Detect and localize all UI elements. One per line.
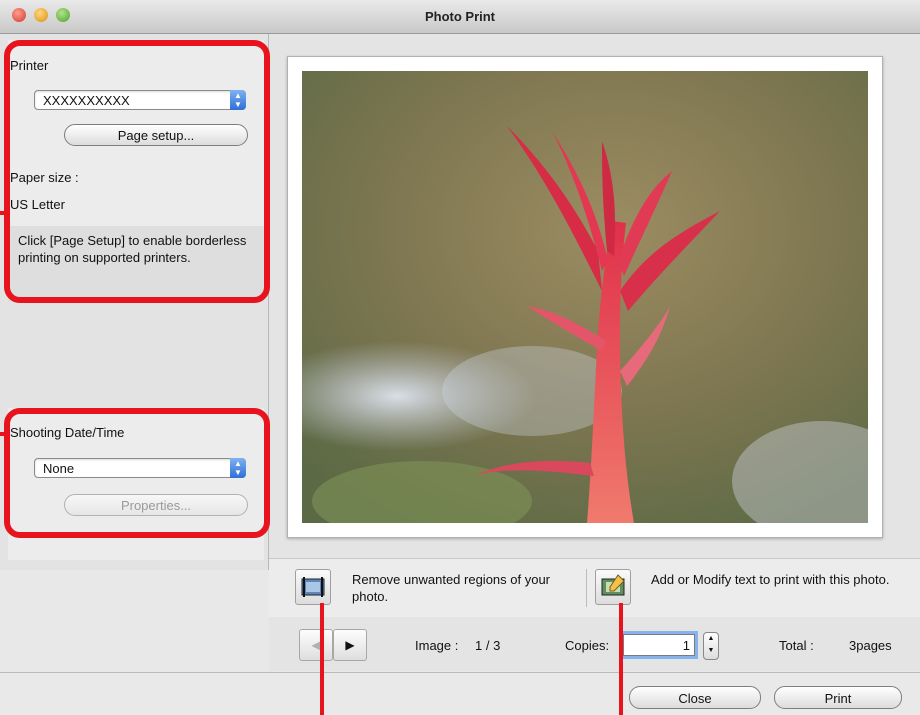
select-arrows-icon: ▲ ▼ [230, 458, 246, 478]
borderless-note: Click [Page Setup] to enable borderless … [8, 226, 264, 302]
photo-print-window: Photo Print Printer XXXXXXXXXX ▲ ▼ Page s… [0, 0, 920, 715]
shooting-date-select-value: None [43, 461, 75, 476]
printer-select[interactable]: XXXXXXXXXX ▲ ▼ [34, 90, 246, 110]
copies-input[interactable]: 1 [623, 634, 695, 656]
image-counter: 1 / 3 [475, 638, 501, 653]
image-label: Image : [415, 638, 459, 653]
window-title: Photo Print [424, 9, 496, 24]
preview-area [269, 34, 920, 558]
printer-select-value: XXXXXXXXXX [43, 93, 130, 108]
printer-label: Printer [10, 58, 49, 73]
date-callout-line [0, 432, 6, 436]
shooting-date-select[interactable]: None ▲ ▼ [34, 458, 246, 478]
copies-label: Copies: [565, 638, 610, 653]
close-button[interactable]: Close [629, 686, 761, 709]
tool-separator [586, 569, 587, 607]
shooting-date-label: Shooting Date/Time [10, 425, 125, 440]
bottom-bar: Close Print [0, 672, 920, 715]
page-setup-button[interactable]: Page setup... [64, 124, 248, 146]
trim-tool-text: Remove unwanted regions of your photo. [352, 572, 551, 604]
previous-image-button[interactable]: ◀ [299, 629, 333, 661]
total-value: 3pages [849, 638, 892, 653]
shooting-date-section: Shooting Date/Time None ▲ ▼ Properties... [8, 408, 264, 560]
properties-button[interactable]: Properties... [64, 494, 248, 516]
text-tool-button[interactable] [595, 569, 631, 605]
stepper-arrows-icon: ▲ ▼ [707, 635, 715, 654]
trim-icon [301, 577, 325, 597]
total-label: Total : [779, 638, 814, 653]
printer-section: Printer XXXXXXXXXX ▲ ▼ Page setup... Pape… [8, 40, 264, 302]
add-text-icon [601, 574, 625, 596]
select-arrows-icon: ▲ ▼ [230, 90, 246, 110]
next-image-button[interactable]: ▶ [333, 629, 367, 661]
photo-preview-image [302, 71, 868, 523]
edit-tools-strip: Remove unwanted regions of your photo. A… [269, 558, 920, 618]
text-callout-line [619, 603, 623, 715]
borderless-note-text: Click [Page Setup] to enable borderless … [18, 233, 247, 265]
copies-stepper[interactable]: ▲ ▼ [703, 632, 719, 660]
right-arrow-icon: ▶ [345, 638, 355, 652]
settings-panel: Printer XXXXXXXXXX ▲ ▼ Page setup... Pape… [0, 34, 269, 570]
photo-frame [287, 56, 883, 538]
navigation-row: ◀ ▶ Image : 1 / 3 Copies: 1 ▲ ▼ Total : 3… [269, 617, 920, 671]
paper-size-label: Paper size : [10, 170, 79, 185]
trim-callout-line [320, 603, 324, 715]
printer-callout-line [0, 211, 6, 215]
paper-size-value: US Letter [10, 197, 65, 212]
print-button[interactable]: Print [774, 686, 902, 709]
trim-tool-button[interactable] [295, 569, 331, 605]
title-bar: Photo Print [0, 0, 920, 34]
text-tool-text: Add or Modify text to print with this ph… [651, 572, 890, 587]
